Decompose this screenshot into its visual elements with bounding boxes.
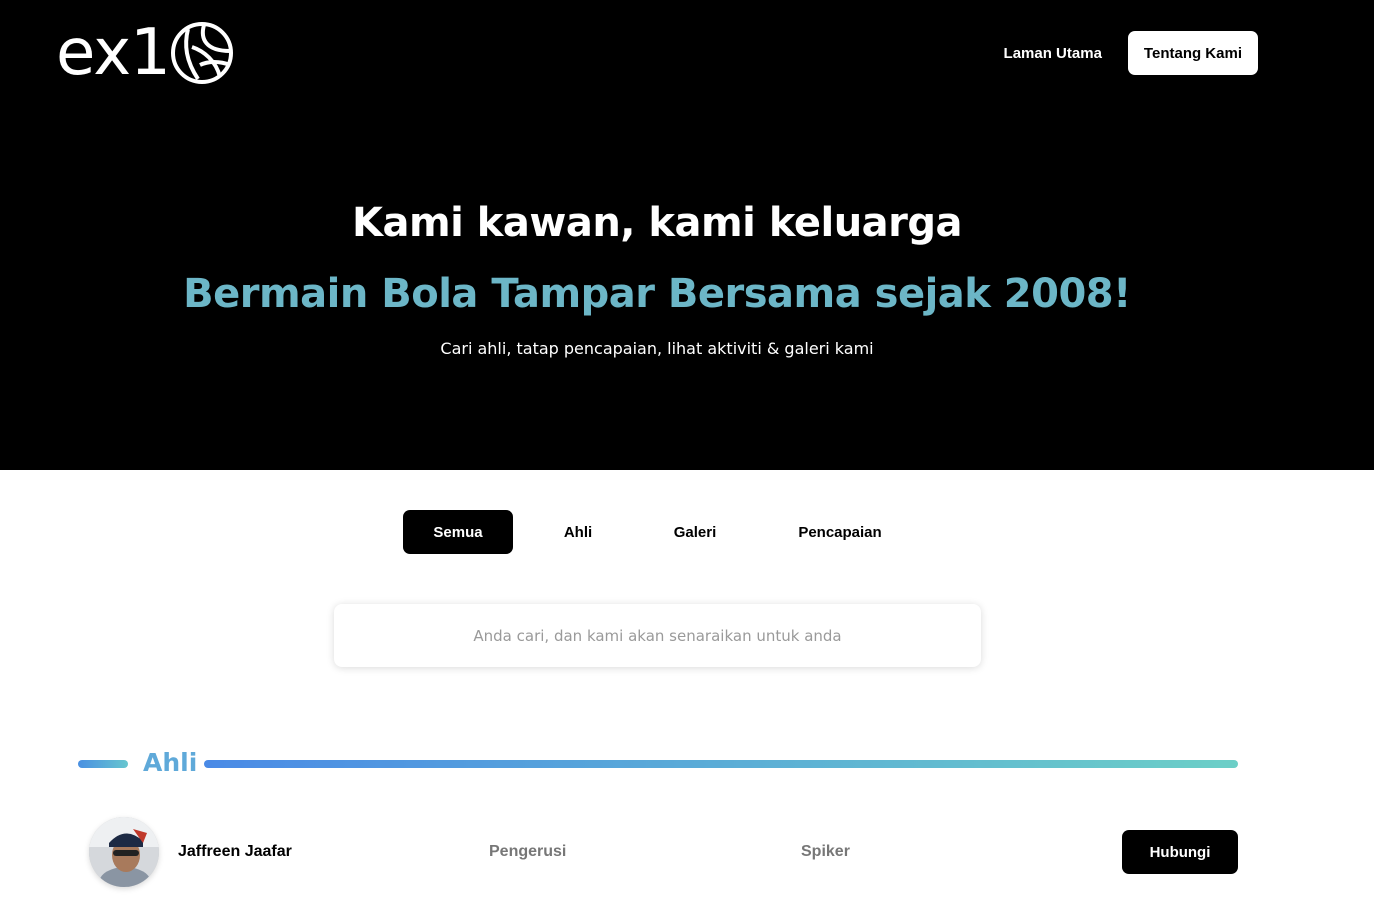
- nav-about-button[interactable]: Tentang Kami: [1127, 31, 1258, 75]
- tab-galeri[interactable]: Galeri: [643, 510, 747, 554]
- tab-pencapaian[interactable]: Pencapaian: [747, 510, 933, 554]
- hero-section: ex1 Laman Utama Tentang Kami Kami kawan,…: [0, 0, 1374, 470]
- volleyball-icon: [170, 22, 233, 84]
- tab-ahli[interactable]: Ahli: [513, 510, 643, 554]
- search-box: [334, 604, 981, 667]
- avatar-photo: [89, 817, 159, 887]
- section-title: Ahli: [143, 748, 198, 777]
- hero-title: Kami kawan, kami keluarga: [351, 200, 963, 246]
- logo[interactable]: ex1: [56, 18, 234, 88]
- nav-home-link[interactable]: Laman Utama: [1004, 45, 1102, 62]
- hero-description: Cari ahli, tatap pencapaian, lihat aktiv…: [440, 339, 874, 358]
- member-name: Jaffreen Jaafar: [178, 843, 292, 860]
- section-divider-left: [78, 760, 128, 768]
- member-role: Pengerusi: [489, 843, 567, 860]
- contact-button[interactable]: Hubungi: [1122, 830, 1238, 874]
- tab-semua[interactable]: Semua: [403, 510, 513, 554]
- member-position: Spiker: [801, 843, 850, 860]
- logo-text: ex1: [56, 16, 171, 90]
- filter-tabs: Semua Ahli Galeri Pencapaian: [403, 510, 933, 554]
- top-nav: Laman Utama Tentang Kami: [1004, 31, 1258, 75]
- avatar: [89, 817, 159, 887]
- search-input[interactable]: [334, 604, 981, 667]
- section-divider-right: [204, 760, 1238, 768]
- hero-subtitle: Bermain Bola Tampar Bersama sejak 2008!: [183, 271, 1131, 317]
